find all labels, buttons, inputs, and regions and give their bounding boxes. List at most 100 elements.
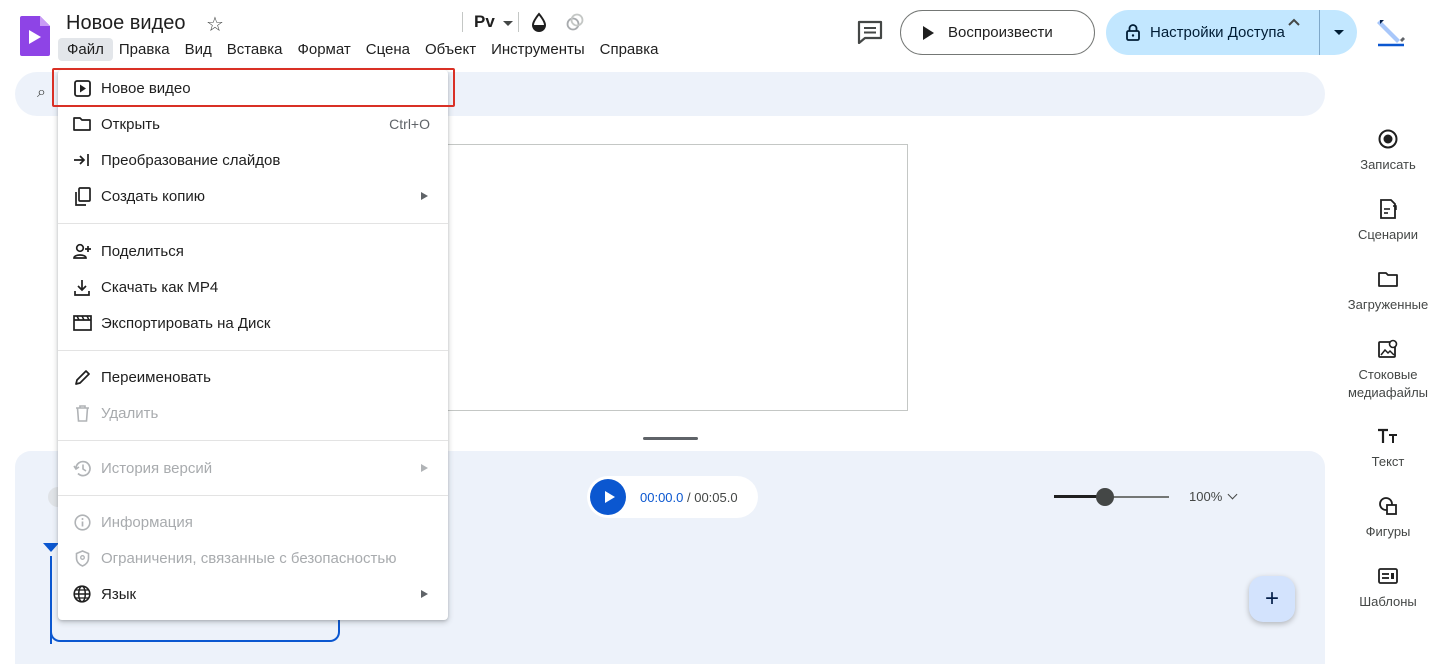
- side-uploads-label: Загруженные: [1347, 297, 1429, 312]
- templates-icon: [1378, 568, 1398, 584]
- menu-tools[interactable]: Инструменты: [482, 38, 594, 61]
- side-templates-label: Шаблоны: [1359, 594, 1417, 609]
- folder-icon: [72, 114, 92, 134]
- play-icon: [923, 25, 934, 40]
- globe-icon: [72, 584, 92, 604]
- text-icon: [1378, 428, 1397, 443]
- menu-item-label: Переименовать: [101, 368, 211, 386]
- document-title[interactable]: Новое видео: [66, 12, 185, 35]
- menu-item-open[interactable]: Открыть Ctrl+O: [58, 106, 448, 142]
- player-controls: 00:00.0 / 00:05.0: [587, 476, 758, 518]
- lock-icon: [1126, 24, 1140, 41]
- side-stock-media[interactable]: Стоковые медиафайлы: [1338, 338, 1429, 402]
- share-settings-button: Настройки Доступа: [1106, 10, 1357, 55]
- menu-item-label: Ограничения, связанные с безопасностью: [101, 549, 397, 567]
- time-separator: /: [683, 489, 695, 505]
- menu-item-label: Экспортировать на Диск: [101, 314, 271, 332]
- opacity-icon[interactable]: [566, 12, 584, 32]
- playback-time: 00:00.0 / 00:05.0: [640, 490, 738, 505]
- current-time: 00:00.0: [640, 489, 684, 505]
- chevron-down-icon: [1227, 489, 1238, 500]
- menu-help[interactable]: Справка: [591, 38, 668, 61]
- menu-insert[interactable]: Вставка: [218, 38, 292, 61]
- stock-image-icon: [1378, 339, 1398, 358]
- submenu-arrow-icon: [421, 464, 428, 472]
- shapes-icon: [1379, 497, 1397, 515]
- scene-clip-edge: [50, 556, 52, 644]
- menu-scene[interactable]: Сцена: [357, 38, 419, 61]
- side-stock-media-label: Стоковые медиафайлы: [1347, 367, 1429, 400]
- font-selector[interactable]: Pv: [474, 12, 495, 32]
- fill-color-icon[interactable]: [530, 12, 548, 32]
- import-icon: [72, 150, 92, 170]
- panel-resize-handle[interactable]: [643, 437, 698, 440]
- submenu-arrow-icon: [421, 192, 428, 200]
- menu-item-export-drive[interactable]: Экспортировать на Диск: [58, 305, 448, 341]
- playhead-marker[interactable]: [43, 543, 59, 552]
- app-logo-icon[interactable]: [20, 16, 50, 56]
- toolbar-divider: [518, 12, 519, 32]
- shield-icon: [72, 548, 92, 568]
- menu-divider: [58, 495, 448, 496]
- menu-format[interactable]: Формат: [288, 38, 359, 61]
- menu-item-info: Информация: [58, 504, 448, 540]
- zoom-level-dropdown[interactable]: 100%: [1189, 489, 1238, 504]
- record-icon: [1378, 129, 1398, 149]
- menu-bar: Файл Правка Вид Вставка Формат Сцена Объ…: [58, 37, 667, 61]
- menu-file[interactable]: Файл: [58, 37, 113, 61]
- play-button[interactable]: Воспроизвести: [900, 10, 1095, 55]
- menu-item-language[interactable]: Язык: [58, 576, 448, 612]
- menu-item-label: История версий: [101, 459, 213, 477]
- menu-object[interactable]: Объект: [416, 38, 485, 61]
- side-scripts-label: Сценарии: [1357, 227, 1419, 242]
- share-dropdown-button[interactable]: [1320, 30, 1357, 35]
- side-record[interactable]: Записать: [1338, 128, 1429, 174]
- person-add-icon: [72, 241, 92, 261]
- side-scripts[interactable]: Сценарии: [1338, 198, 1429, 244]
- video-canvas[interactable]: [433, 144, 908, 411]
- total-time: 00:05.0: [694, 489, 738, 505]
- menu-item-rename[interactable]: Переименовать: [58, 359, 448, 395]
- side-templates[interactable]: Шаблоны: [1338, 565, 1429, 611]
- menu-item-label: Поделиться: [101, 242, 184, 260]
- menu-item-download-mp4[interactable]: Скачать как MP4: [58, 269, 448, 305]
- star-icon[interactable]: ☆: [206, 12, 224, 37]
- menu-item-label: Открыть: [101, 115, 160, 133]
- side-shapes[interactable]: Фигуры: [1338, 495, 1429, 541]
- play-icon: [604, 491, 615, 503]
- menu-item-convert-slides[interactable]: Преобразование слайдов: [58, 142, 448, 178]
- folder-icon: [1378, 272, 1398, 287]
- menu-edit[interactable]: Правка: [110, 38, 179, 61]
- pencil-icon: [72, 367, 92, 387]
- menu-divider: [58, 440, 448, 441]
- font-dropdown-chevron-icon[interactable]: [503, 21, 513, 26]
- timeline-play-button[interactable]: [590, 479, 626, 515]
- add-scene-button[interactable]: +: [1249, 576, 1295, 622]
- side-shapes-label: Фигуры: [1365, 524, 1411, 539]
- collapse-toolbar-icon[interactable]: [1286, 14, 1302, 30]
- script-icon: [1380, 199, 1397, 219]
- submenu-arrow-icon: [421, 590, 428, 598]
- menu-item-label: Скачать как MP4: [101, 278, 219, 296]
- side-uploads[interactable]: Загруженные: [1338, 268, 1429, 314]
- share-button-label: Настройки Доступа: [1150, 24, 1285, 41]
- menu-divider: [58, 350, 448, 351]
- toolbar-divider: [462, 12, 463, 32]
- menu-view[interactable]: Вид: [176, 38, 221, 61]
- menu-item-label: Язык: [101, 585, 137, 603]
- file-menu-dropdown: Новое видео Открыть Ctrl+O Преобразовани…: [58, 70, 448, 620]
- zoom-level-label: 100%: [1189, 489, 1223, 504]
- menu-item-make-copy[interactable]: Создать копию: [58, 178, 448, 214]
- menu-item-share[interactable]: Поделиться: [58, 233, 448, 269]
- zoom-slider[interactable]: [1054, 488, 1169, 506]
- side-record-label: Записать: [1360, 157, 1416, 172]
- menu-item-label: Преобразование слайдов: [101, 151, 281, 169]
- zoom-slider-thumb[interactable]: [1095, 488, 1114, 506]
- edit-mode-pen-icon[interactable]: [1374, 14, 1408, 48]
- comment-icon[interactable]: [856, 20, 884, 44]
- chevron-down-icon: [1333, 30, 1344, 35]
- menu-item-delete: Удалить: [58, 395, 448, 431]
- side-text-label: Текст: [1371, 454, 1405, 469]
- search-menus-icon[interactable]: ⌕: [37, 84, 46, 102]
- side-text[interactable]: Текст: [1338, 425, 1429, 471]
